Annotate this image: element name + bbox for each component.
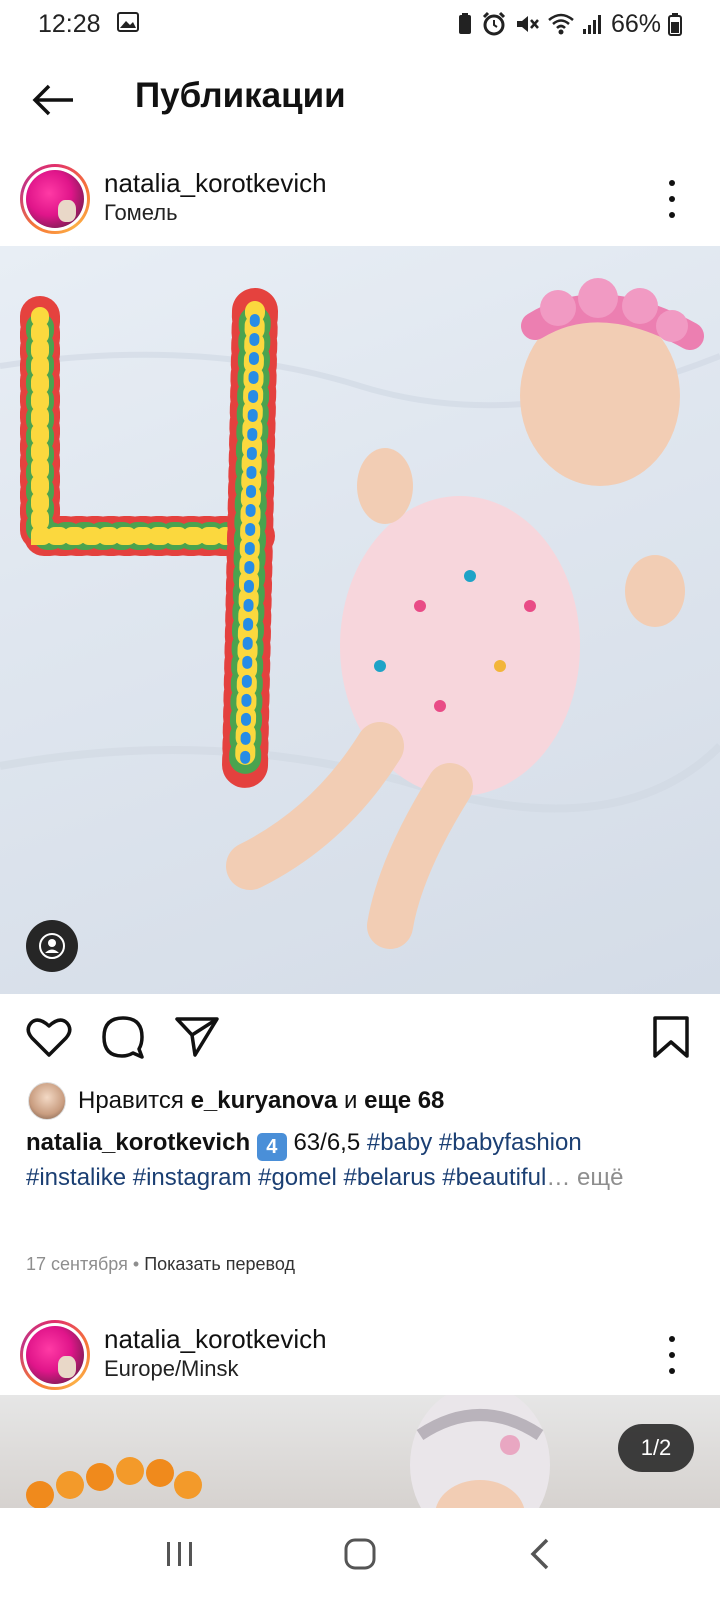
recent-apps-icon <box>167 1542 192 1566</box>
nav-back-button[interactable] <box>510 1524 570 1584</box>
alarm-icon <box>481 11 507 37</box>
post-photo-2[interactable] <box>0 1395 720 1508</box>
comment-button[interactable] <box>98 1012 148 1062</box>
arrow-left-icon <box>32 84 73 116</box>
gallery-icon <box>116 10 139 39</box>
post-location[interactable]: Europe/Minsk <box>104 1356 239 1382</box>
heart-icon <box>26 1018 72 1057</box>
post-photo[interactable] <box>0 246 720 994</box>
post-date: 17 сентября <box>26 1254 128 1274</box>
back-button[interactable] <box>28 76 78 124</box>
bookmark-icon <box>653 1016 689 1058</box>
caption-username[interactable]: natalia_korotkevich <box>26 1129 250 1156</box>
photo-image <box>0 278 720 949</box>
likes-middle: и <box>344 1087 358 1114</box>
photo-image-2 <box>26 1395 550 1508</box>
meta-separator: • <box>132 1254 140 1274</box>
system-nav-bar <box>0 1508 720 1600</box>
mute-icon <box>514 12 540 36</box>
battery-level: 66% <box>610 9 661 38</box>
caption-text: 63/6,5 <box>293 1129 361 1156</box>
status-bar: 12:28 66% <box>0 0 720 48</box>
keycap-emoji: 4 <box>256 1133 287 1161</box>
chevron-left-icon <box>530 1538 549 1570</box>
likes-summary[interactable]: Нравится e_kuryanova и еще 68 <box>28 1082 444 1120</box>
page-title: Публикации <box>135 76 346 115</box>
post-location[interactable]: Гомель <box>104 200 178 226</box>
person-icon <box>39 933 65 959</box>
caption-hashtags-2[interactable]: #instalike #instagram #gomel #belarus #b… <box>26 1164 546 1191</box>
recent-apps-button[interactable] <box>150 1524 210 1584</box>
share-button[interactable] <box>172 1012 222 1062</box>
save-button[interactable] <box>646 1012 696 1062</box>
wifi-icon <box>547 12 575 36</box>
more-options-button[interactable] <box>662 176 682 222</box>
battery-saver-icon <box>456 12 474 36</box>
send-icon <box>175 1017 219 1057</box>
post-username[interactable]: natalia_korotkevich <box>104 168 327 199</box>
home-button[interactable] <box>330 1524 390 1584</box>
tagged-people-button[interactable] <box>26 920 78 972</box>
signal-icon <box>582 13 604 35</box>
avatar[interactable] <box>20 164 90 234</box>
more-options-button[interactable] <box>662 1332 682 1378</box>
caption-ellipsis: … <box>546 1164 571 1191</box>
status-time: 12:28 <box>38 9 101 38</box>
liker-username[interactable]: e_kuryanova <box>191 1087 338 1114</box>
app-header: Публикации <box>0 58 720 142</box>
caption-hashtags-1[interactable]: #baby #babyfashion <box>367 1129 582 1156</box>
carousel-counter: 1/2 <box>618 1424 694 1472</box>
comment-icon <box>102 1016 144 1059</box>
liker-avatar <box>28 1082 66 1120</box>
battery-icon <box>668 12 682 36</box>
post-header: natalia_korotkevich Гомель <box>0 156 720 242</box>
caption-more-link[interactable]: ещё <box>577 1164 623 1191</box>
home-icon <box>344 1538 376 1570</box>
likes-count[interactable]: еще 68 <box>364 1087 444 1114</box>
avatar[interactable] <box>20 1320 90 1390</box>
candy-number <box>20 288 278 789</box>
show-translation-link[interactable]: Показать перевод <box>144 1254 295 1274</box>
post-meta: 17 сентября • Показать перевод <box>26 1254 295 1275</box>
post-actions <box>0 1012 720 1066</box>
like-button[interactable] <box>24 1012 74 1062</box>
post-caption: natalia_korotkevich 4 63/6,5 #baby #baby… <box>26 1126 706 1195</box>
post-header-2: natalia_korotkevich Europe/Minsk <box>0 1312 720 1398</box>
likes-prefix: Нравится <box>78 1087 184 1114</box>
post-username[interactable]: natalia_korotkevich <box>104 1324 327 1355</box>
